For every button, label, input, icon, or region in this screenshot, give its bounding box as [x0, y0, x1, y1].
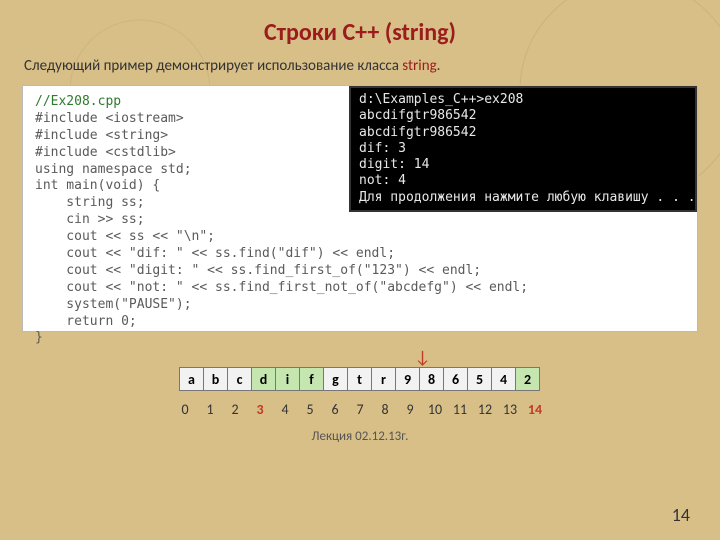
index-cell: 7: [348, 397, 373, 421]
letters-row: abcdifgtr986542: [180, 367, 540, 391]
index-cell: 12: [473, 397, 498, 421]
subtitle: Следующий пример демонстрирует использов…: [0, 53, 720, 85]
code-block: //Ex208.cpp #include <iostream> #include…: [22, 85, 698, 332]
letter-cell: t: [347, 367, 372, 391]
index-cell: 11: [448, 397, 473, 421]
arrow-icon: ↓: [414, 354, 430, 364]
letter-cell: f: [299, 367, 324, 391]
letter-cell: 2: [515, 367, 540, 391]
index-cell: 3: [248, 397, 273, 421]
letter-cell: 9: [395, 367, 420, 391]
index-cell: 9: [398, 397, 423, 421]
index-cell: 8: [373, 397, 398, 421]
index-cell: 6: [323, 397, 348, 421]
letter-cell: a: [179, 367, 204, 391]
letter-cell: b: [203, 367, 228, 391]
footer-text: Лекция 02.12.13г.: [0, 429, 720, 444]
letter-cell: 6: [443, 367, 468, 391]
letter-cell: g: [323, 367, 348, 391]
letter-cell: 4: [491, 367, 516, 391]
console-text: d:\Examples_C++>ex208 abcdifgtr986542 ab…: [359, 92, 687, 206]
letter-cell: i: [275, 367, 300, 391]
index-cell: 1: [198, 397, 223, 421]
letter-cell: 5: [467, 367, 492, 391]
letter-cell: r: [371, 367, 396, 391]
index-cell: 4: [273, 397, 298, 421]
slide-title: Строки С++ (string): [0, 0, 720, 53]
subtitle-text: Следующий пример демонстрирует использов…: [24, 57, 402, 75]
indices-row: 01234567891011121314: [173, 397, 548, 421]
index-cell: 2: [223, 397, 248, 421]
subtitle-keyword: string: [402, 57, 436, 75]
index-cell: 10: [423, 397, 448, 421]
index-tables: ↓ abcdifgtr986542 01234567891011121314: [0, 354, 720, 421]
console-output: d:\Examples_C++>ex208 abcdifgtr986542 ab…: [349, 86, 697, 212]
index-cell: 14: [523, 397, 548, 421]
page-number: 14: [672, 504, 690, 526]
letter-cell: 8: [419, 367, 444, 391]
subtitle-tail: .: [437, 57, 441, 75]
letter-cell: c: [227, 367, 252, 391]
index-cell: 5: [298, 397, 323, 421]
index-cell: 0: [173, 397, 198, 421]
letter-cell: d: [251, 367, 276, 391]
index-cell: 13: [498, 397, 523, 421]
